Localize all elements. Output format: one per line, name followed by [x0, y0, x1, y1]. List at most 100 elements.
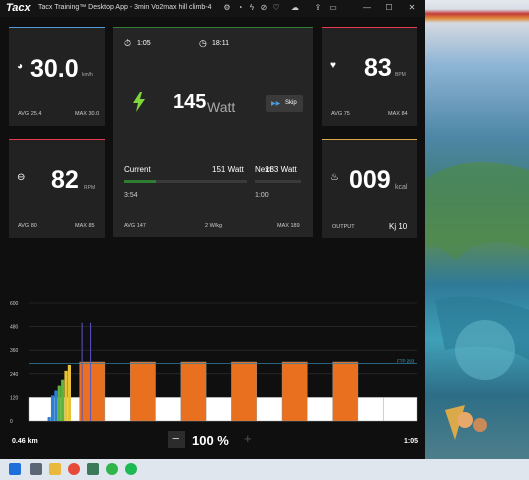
title-bar: Tacx Tacx Training™ Desktop App - 3min V… [0, 0, 425, 17]
zoom-out-button[interactable]: − [168, 431, 185, 448]
ridden-power-bar [67, 364, 71, 421]
remaining-time: 18:11 [212, 40, 229, 47]
cadence-avg: AVG 80 [18, 223, 37, 229]
current-time: 3:54 [124, 192, 138, 199]
power-wkg: 2 W/kg [205, 223, 223, 229]
power-avg: AVG 147 [124, 223, 146, 229]
heart-rate-value: 83 [364, 54, 392, 82]
speed-card: ◕ 30.0 km/h AVG 25.4 MAX 30.0 [9, 27, 105, 126]
zoom-in-button[interactable]: + [244, 431, 252, 446]
settings-icon[interactable]: ⚙ [222, 3, 232, 13]
flame-icon: ♨ [330, 172, 339, 183]
speedometer-icon: ◕ [17, 61, 24, 72]
cadence-unit: RPM [84, 185, 96, 191]
gauge-icon[interactable]: ◔ [235, 3, 245, 13]
workout-segment [79, 361, 106, 422]
workout-segment [357, 397, 384, 422]
maximize-icon[interactable]: ☐ [384, 3, 394, 13]
next-time: 1:00 [255, 192, 269, 199]
workout-segment [180, 361, 207, 422]
workout-graph: 600 480 360 240 120 0 FTP 293 [0, 293, 425, 428]
y-tick-label: 0 [10, 419, 13, 425]
power-max: MAX 189 [277, 223, 300, 229]
heart-rate-card: ♥ 83 BPM AVG 75 MAX 84 [322, 27, 417, 126]
app-icon[interactable] [87, 463, 99, 475]
current-label: Current [124, 165, 151, 174]
speed-avg: AVG 25.4 [18, 111, 42, 117]
file-explorer-icon[interactable] [49, 463, 61, 475]
next-progress-track [255, 180, 301, 183]
workout-chart: 600 480 360 240 120 0 FTP 293 [10, 301, 418, 425]
current-progress-fill [124, 180, 156, 183]
workout-segment [104, 397, 131, 422]
skip-label: Skip [285, 100, 297, 106]
spotify-icon[interactable] [125, 463, 137, 475]
heart-rate-max: MAX 84 [388, 111, 408, 117]
task-view-icon[interactable] [30, 463, 42, 475]
stopwatch-icon: ⏱ [124, 38, 132, 48]
ftp-label: FTP 293 [397, 358, 415, 363]
heart-monitor-icon[interactable]: ♡ [271, 3, 281, 13]
heart-rate-avg: AVG 75 [331, 111, 350, 117]
energy-kj: Kj 10 [389, 222, 408, 231]
workout-segment [256, 397, 283, 422]
workout-segment [205, 397, 232, 422]
tacx-logo: Tacx [6, 2, 31, 14]
ridden-power-bar [54, 390, 58, 421]
tacx-app-window: Tacx Tacx Training™ Desktop App - 3min V… [0, 0, 425, 459]
workout-segment [281, 361, 308, 422]
lightning-icon [133, 92, 145, 112]
energy-value: 009 [349, 166, 391, 194]
speed-accent [9, 27, 105, 28]
windows-taskbar [0, 459, 529, 480]
zoom-level: 100 % [192, 433, 229, 448]
y-tick-label: 480 [10, 325, 19, 331]
workout-time: 1:05 [404, 438, 419, 445]
ridden-power-bar [61, 379, 65, 421]
workout-segment [130, 361, 156, 422]
paraglider-image [425, 162, 529, 440]
speed-max: MAX 30.0 [75, 111, 100, 117]
start-icon[interactable] [9, 463, 21, 475]
bolt-icon[interactable]: ϟ [247, 3, 257, 13]
workout-segment [231, 361, 257, 422]
y-tick-label: 600 [10, 301, 19, 307]
power-unit: Watt [207, 99, 236, 115]
cadence-accent [9, 139, 105, 140]
workout-segment [155, 397, 182, 422]
speed-unit: km/h [82, 72, 93, 78]
workout-segment [332, 361, 359, 422]
next-watt: 183 Watt [265, 165, 297, 174]
heart-icon: ♥ [330, 60, 336, 71]
minus-icon: − [172, 431, 180, 446]
close-icon[interactable]: ✕ [407, 3, 417, 13]
power-accent [113, 27, 313, 28]
cadence-value: 82 [51, 166, 79, 194]
ridden-power-bar [64, 370, 68, 421]
cadence-icon: ⊖ [17, 172, 26, 183]
skip-button[interactable]: ▶▶ Skip [266, 95, 303, 112]
whatsapp-icon[interactable] [106, 463, 118, 475]
current-progress-track [124, 180, 247, 183]
energy-label: OUTPUT [332, 224, 355, 230]
elapsed-time: 1:05 [137, 40, 151, 47]
minimize-icon[interactable]: — [362, 3, 372, 13]
workout-segment [383, 397, 418, 422]
no-sensor-icon[interactable]: ⊘ [259, 3, 269, 13]
speed-value: 30.0 [30, 55, 79, 83]
desktop-wallpaper [425, 0, 529, 459]
display-icon[interactable]: ▭ [328, 3, 338, 13]
energy-card: ♨ 009 kcal OUTPUT Kj 10 [322, 139, 417, 238]
cadence-max: MAX 85 [75, 223, 95, 229]
chrome-icon[interactable] [68, 463, 80, 475]
cloud-icon[interactable]: ☁ [290, 3, 300, 13]
window-title: Tacx Training™ Desktop App - 3min Vo2max… [38, 4, 212, 11]
export-icon[interactable]: ⇪ [313, 3, 323, 13]
clock-icon: ◷ [199, 38, 207, 48]
distance-readout: 0.46 km [12, 438, 38, 445]
ridden-power-bar [50, 395, 55, 421]
fast-forward-icon: ▶▶ [271, 101, 281, 107]
y-tick-label: 120 [10, 395, 19, 401]
y-tick-label: 240 [10, 372, 19, 378]
power-card: ⏱ 1:05 ◷ 18:11 145 Watt ▶▶ Skip Current … [113, 27, 313, 237]
